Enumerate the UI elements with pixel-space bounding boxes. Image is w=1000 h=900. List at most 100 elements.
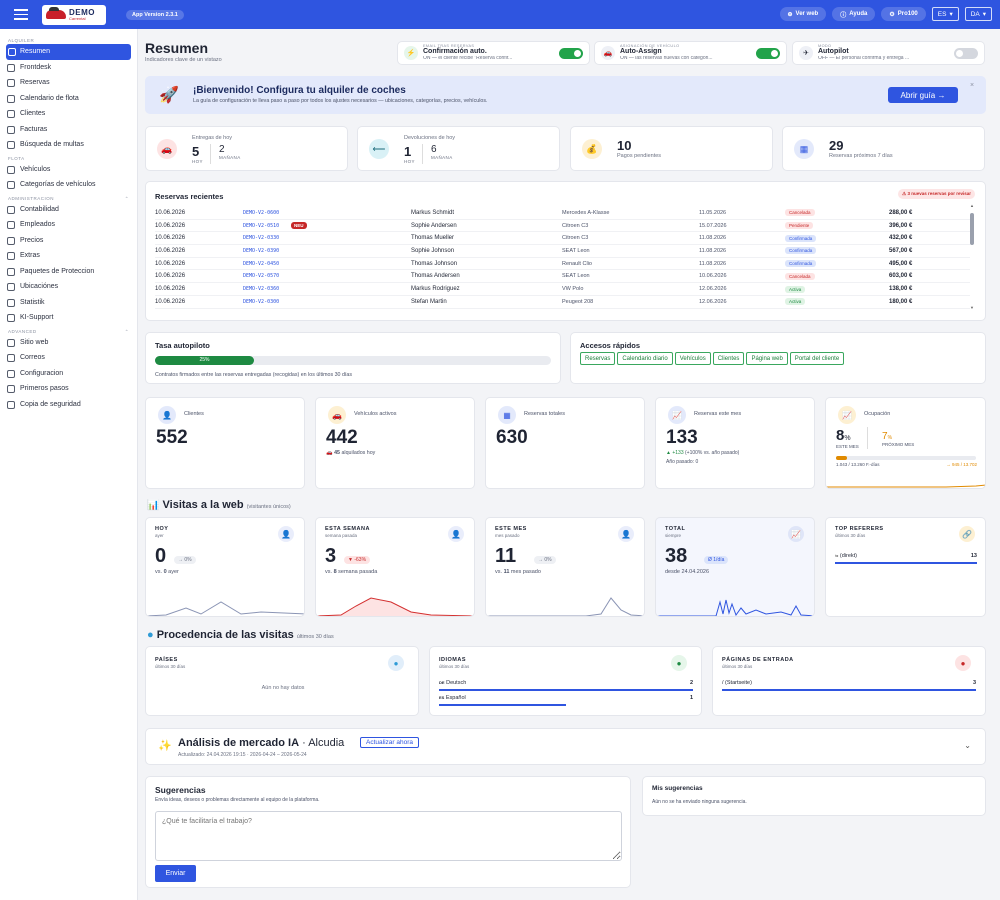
- sidebar-item-sitio-web[interactable]: Sitio web: [0, 335, 137, 351]
- quick-link-vehiculos[interactable]: Vehículos: [674, 352, 711, 365]
- reservas-mes-stat-card[interactable]: 📈 Reservas este mes 133 ▲ +133 (+100% vs…: [655, 397, 815, 489]
- growth-value: ▲ +133: [666, 450, 684, 456]
- suggestion-textarea[interactable]: [155, 811, 622, 861]
- sidebar-item-copia[interactable]: Copia de seguridad: [0, 397, 137, 413]
- sidebar-item-ubicaciones[interactable]: Ubicaciónes: [0, 279, 137, 295]
- globe-icon: ⊕: [787, 11, 793, 18]
- table-row[interactable]: 10.06.2026 DEMO-V2-0570 Thomas Andersen SEA…: [155, 271, 970, 284]
- booking-date: 10.06.2026: [155, 247, 186, 254]
- sidebar-item-calendario[interactable]: Calendario de flota: [0, 91, 137, 107]
- close-icon[interactable]: ×: [970, 82, 974, 89]
- booking-number[interactable]: DEMO-V2-0300: [243, 299, 279, 305]
- sidebar-item-label: Categorías de vehículos: [20, 181, 96, 189]
- sidebar-item-clientes[interactable]: Clientes: [0, 106, 137, 122]
- booking-number[interactable]: DEMO-V2-0330: [243, 235, 279, 241]
- auto-assign-switch[interactable]: [756, 47, 780, 59]
- reservas-stat-card[interactable]: ▦ Reservas totales 630: [485, 397, 645, 489]
- speech-icon: ●: [671, 655, 687, 671]
- ver-web-button[interactable]: ⊕ Ver web: [779, 7, 827, 21]
- sidebar-item-resumen[interactable]: Resumen: [6, 44, 131, 60]
- sidebar-item-categorias[interactable]: Categorías de vehículos: [0, 177, 137, 193]
- sidebar-group-advanced[interactable]: ADVANCED ⌃: [0, 326, 137, 335]
- table-row[interactable]: 10.06.2026 DEMO-V2-0360 Markus Rodriguez VW…: [155, 283, 970, 296]
- countries-sub: últimos 30 días: [155, 664, 186, 669]
- booking-number[interactable]: DEMO-V2-0600: [243, 210, 279, 216]
- help-button[interactable]: ⓘ Ayuda: [832, 7, 876, 21]
- devoluciones-card[interactable]: ⟵ Devoluciones de hoy 1 HOY 6 MAÑANA: [357, 126, 560, 171]
- booking-number[interactable]: DEMO-V2-0570: [243, 273, 279, 279]
- language-value: 1: [689, 695, 693, 701]
- chevron-down-icon[interactable]: ⌄: [964, 741, 971, 750]
- table-row[interactable]: 10.06.2026 DEMO-V2-0600 Markus Schmidt Merc…: [155, 207, 970, 220]
- table-row[interactable]: 10.06.2026 DEMO-V2-0300 Stefan Martin Peuge…: [155, 296, 970, 309]
- quick-link-pagina-web[interactable]: Página web: [746, 352, 788, 365]
- sidebar-group-admin[interactable]: ADMINISTRACION ⌃: [0, 193, 137, 202]
- hoy-label: HOY: [404, 159, 415, 164]
- quick-link-portal[interactable]: Portal del cliente: [789, 352, 845, 365]
- auto-confirm-switch[interactable]: [559, 47, 583, 59]
- chevron-up-icon: ⌃: [124, 195, 129, 201]
- web-semana-card[interactable]: ESTA SEMANA semana pasada 👤 3 ▼ -63% vs. …: [315, 517, 475, 617]
- quick-link-reservas[interactable]: Reservas: [580, 352, 616, 365]
- proximo-mes-label: PRÓXIMO MES: [882, 442, 915, 447]
- send-button[interactable]: Enviar: [155, 865, 196, 882]
- sidebar-item-ki-support[interactable]: KI-Support: [0, 310, 137, 326]
- vehiculos-stat-card[interactable]: 🚗 Vehículos activos 442 🚗 45 alquilados …: [315, 397, 475, 489]
- booking-number[interactable]: DEMO-V2-0360: [243, 286, 279, 292]
- menu-icon[interactable]: [14, 9, 28, 20]
- stat-label: Clientes: [184, 411, 204, 417]
- sidebar-item-reservas[interactable]: Reservas: [0, 75, 137, 91]
- entry-page-name: / (Startseite): [722, 680, 752, 686]
- sidebar-item-contabilidad[interactable]: Contabilidad: [0, 202, 137, 218]
- sidebar-item-proteccion[interactable]: Paquetes de Proteccion: [0, 264, 137, 280]
- table-row[interactable]: 10.06.2026 DEMO-V2-0390 Sophie Johnson SEAT…: [155, 245, 970, 258]
- sidebar-item-configuracion[interactable]: Configuracion: [0, 366, 137, 382]
- language-select[interactable]: ES ▾: [931, 7, 959, 21]
- pagos-card[interactable]: 💰 10 Pagos pendientes: [570, 126, 773, 171]
- table-scrollbar[interactable]: ▲ ▼: [970, 203, 974, 310]
- clientes-stat-card[interactable]: 👤 Clientes 552: [145, 397, 305, 489]
- open-guide-button[interactable]: Abrir guía →: [888, 87, 958, 103]
- ocupacion-stat-card[interactable]: 📈 Ocupación 8% ESTE MES 7% PRÓXIMO MES 1…: [825, 397, 986, 489]
- sidebar-item-frontdesk[interactable]: Frontdesk: [0, 60, 137, 76]
- sidebar-item-multas[interactable]: Búsqueda de multas: [0, 137, 137, 153]
- sidebar-item-correos[interactable]: Correos: [0, 350, 137, 366]
- sidebar-item-label: Extras: [20, 252, 40, 260]
- sidebar-item-empleados[interactable]: Empleados: [0, 217, 137, 233]
- logo[interactable]: DEMO Carrental: [42, 4, 106, 25]
- booking-number[interactable]: DEMO-V2-0510: [243, 223, 279, 229]
- entregas-card[interactable]: 🚗 Entregas de hoy 5 HOY 2 MAÑANA: [145, 126, 348, 171]
- quick-link-calendario[interactable]: Calendario diario: [617, 352, 673, 365]
- booking-number[interactable]: DEMO-V2-0390: [243, 248, 279, 254]
- languages-card: IDIOMAS últimos 30 días ● DE Deutsch 2 ES …: [429, 646, 702, 716]
- table-row[interactable]: 10.06.2026 DEMO-V2-0450 Thomas Johnson Rena…: [155, 258, 970, 271]
- entry-page-row: / (Startseite) 3: [722, 680, 976, 686]
- sidebar-item-extras[interactable]: Extras: [0, 248, 137, 264]
- sidebar-item-precios[interactable]: Precios: [0, 233, 137, 249]
- booking-number[interactable]: DEMO-V2-0450: [243, 261, 279, 267]
- autopilot-switch[interactable]: [954, 47, 978, 59]
- new-bookings-alert[interactable]: ⚠ 3 nuevas reservas por revisar: [898, 189, 975, 199]
- booking-date: 10.06.2026: [155, 209, 186, 216]
- plan-label: Pro100: [897, 11, 918, 17]
- language-value: ES: [937, 10, 947, 18]
- refresh-ia-button[interactable]: Actualizar ahora: [360, 737, 419, 748]
- table-row[interactable]: 10.06.2026 DEMO-V2-0330 Thomas Mueller Citr…: [155, 232, 970, 246]
- sidebar-item-primeros-pasos[interactable]: Primeros pasos: [0, 381, 137, 397]
- quick-link-clientes[interactable]: Clientes: [712, 352, 745, 365]
- pickup-date: 11.08.2026: [699, 247, 727, 254]
- ia-analysis-card[interactable]: ✨ Análisis de mercado IA · Alcudia Actua…: [145, 728, 986, 765]
- suggestions-sub: Envía ideas, deseos o problemas directam…: [155, 797, 320, 803]
- sidebar-item-vehiculos[interactable]: Vehículos: [0, 162, 137, 178]
- sidebar-item-facturas[interactable]: Facturas: [0, 122, 137, 138]
- sidebar-item-label: Primeros pasos: [20, 385, 69, 393]
- table-row[interactable]: 10.06.2026 DEMO-V2-0510 Sophie Andersen Cit…: [155, 220, 970, 233]
- web-mes-card[interactable]: ESTE MES mes pasado 👤 11 → 0% vs. 11 mes …: [485, 517, 645, 617]
- web-hoy-card[interactable]: HOY ayer 👤 0 → 0% vs. 0 ayer: [145, 517, 305, 617]
- reservas-7-card[interactable]: ▦ 29 Reservas próximos 7 días: [782, 126, 985, 171]
- top-referers-card[interactable]: TOP REFERERS últimos 30 días 🔗 ⇆ (direkt)…: [825, 517, 986, 617]
- web-total-card[interactable]: TOTAL siempre 📈 38 Ø 1/día desde 24.04.20…: [655, 517, 815, 617]
- plan-button[interactable]: ⚙ Pro100: [881, 7, 926, 21]
- country-select[interactable]: DA ▾: [964, 7, 992, 21]
- sidebar-item-statistik[interactable]: Statistik: [0, 295, 137, 311]
